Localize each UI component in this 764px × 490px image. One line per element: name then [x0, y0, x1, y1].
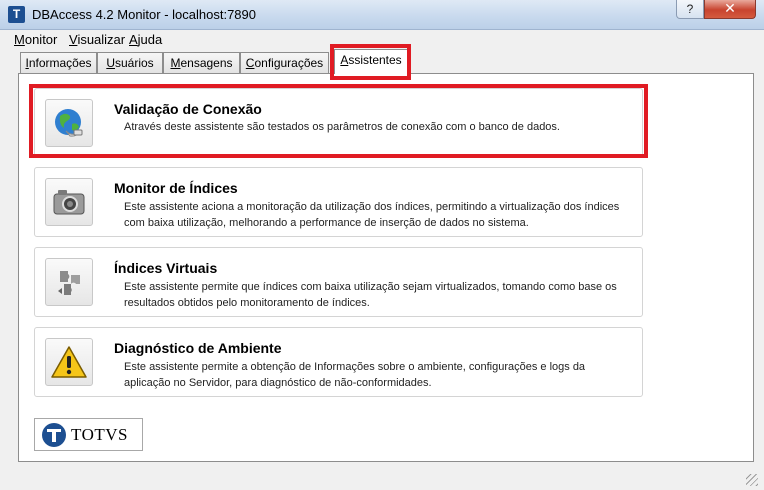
help-button[interactable]: ?: [676, 0, 704, 19]
status-bar: [0, 468, 764, 490]
tab-mensagens[interactable]: Mensagens: [163, 52, 240, 73]
logo-text: TOTVS: [71, 424, 128, 444]
menu-bar: Monitor Visualizar Ajuda: [8, 30, 756, 50]
app-icon: T: [8, 6, 25, 23]
card-description: Através deste assistente são testados os…: [124, 121, 560, 133]
card-indices-virtuais[interactable]: Índices Virtuais Este assistente permite…: [34, 247, 643, 317]
title-bar: T DBAccess 4.2 Monitor - localhost:7890 …: [0, 0, 764, 30]
card-title: Diagnóstico de Ambiente: [114, 340, 282, 356]
resize-grip[interactable]: [746, 474, 758, 486]
menu-ajuda[interactable]: Ajuda: [129, 32, 162, 47]
card-description: Este assistente aciona a monitoração da …: [124, 201, 620, 229]
totvs-logo-icon: [42, 422, 66, 447]
tab-assistentes[interactable]: Assistentes: [334, 49, 408, 74]
card-description: Este assistente permite a obtenção de In…: [124, 361, 586, 389]
card-title: Monitor de Índices: [114, 180, 238, 196]
window-title: DBAccess 4.2 Monitor - localhost:7890: [32, 7, 256, 22]
camera-icon[interactable]: [45, 178, 93, 226]
tab-usuarios[interactable]: Usuários: [97, 52, 163, 73]
tab-informacoes[interactable]: Informações: [20, 52, 97, 73]
globe-connection-icon[interactable]: [45, 99, 93, 147]
warning-icon[interactable]: [45, 338, 93, 386]
menu-monitor[interactable]: Monitor: [14, 32, 57, 47]
totvs-logo: TOTVS: [34, 418, 143, 451]
card-validacao-conexao[interactable]: Validação de Conexão Através deste assis…: [34, 88, 643, 158]
tab-configuracoes[interactable]: Configurações: [240, 52, 329, 73]
card-description: Este assistente permite que índices com …: [124, 281, 617, 309]
card-diagnostico-ambiente[interactable]: Diagnóstico de Ambiente Este assistente …: [34, 327, 643, 397]
puzzle-pieces-icon[interactable]: [45, 258, 93, 306]
menu-visualizar[interactable]: Visualizar: [69, 32, 125, 47]
card-title: Validação de Conexão: [114, 101, 262, 117]
close-button[interactable]: ✕: [704, 0, 756, 19]
card-monitor-indices[interactable]: Monitor de Índices Este assistente acion…: [34, 167, 643, 237]
card-title: Índices Virtuais: [114, 260, 218, 276]
